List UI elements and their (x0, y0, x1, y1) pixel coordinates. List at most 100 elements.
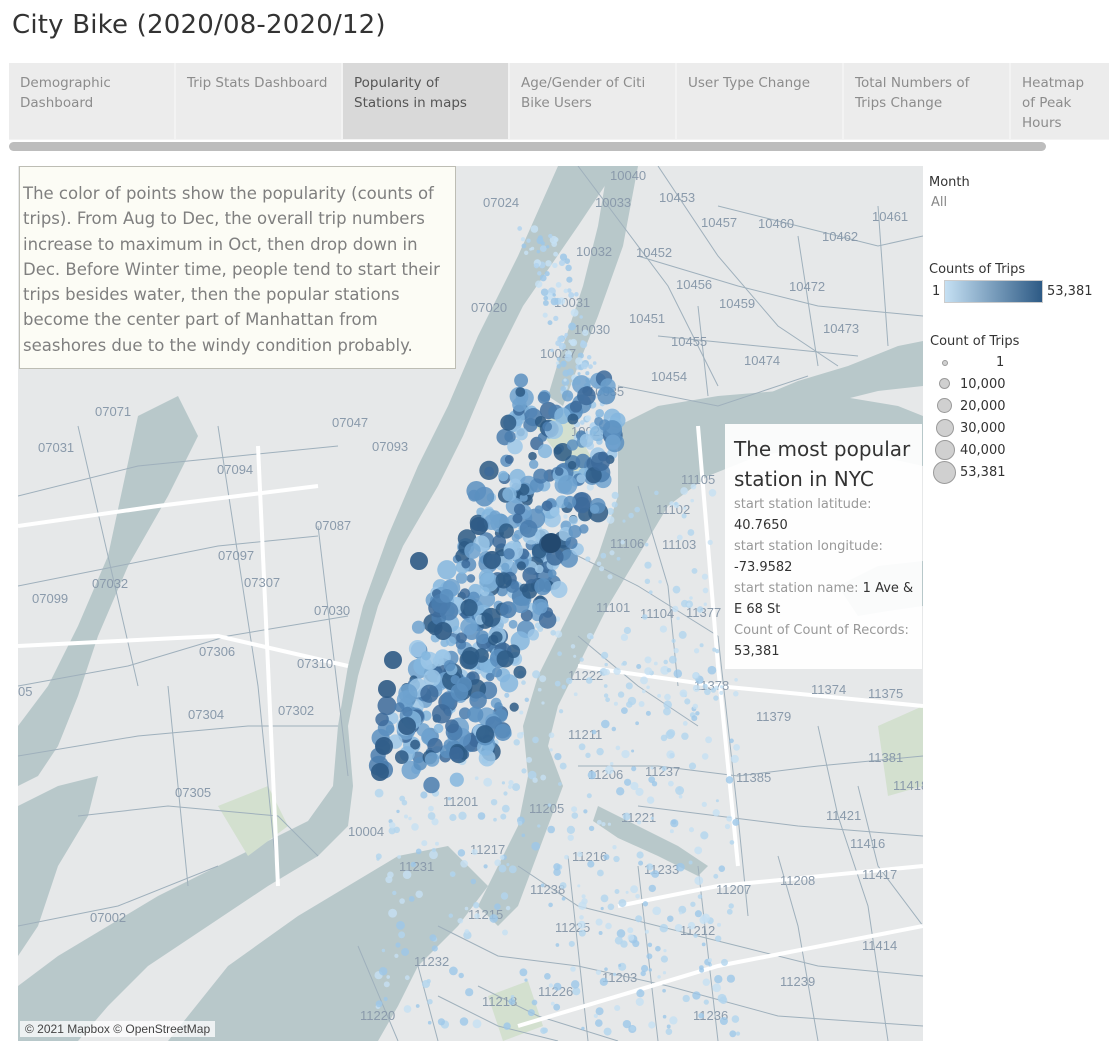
station-point[interactable] (640, 964, 649, 973)
station-point[interactable] (568, 339, 573, 344)
station-point[interactable] (548, 233, 553, 239)
station-point[interactable] (641, 689, 646, 694)
station-point[interactable] (699, 643, 704, 648)
station-point[interactable] (642, 901, 649, 907)
station-point[interactable] (728, 903, 734, 909)
station-point[interactable] (502, 487, 517, 502)
station-point[interactable] (469, 691, 487, 709)
station-point[interactable] (646, 796, 655, 804)
station-point[interactable] (465, 988, 474, 997)
station-point[interactable] (634, 506, 641, 513)
tab-user-type-change[interactable]: User Type Change (677, 63, 842, 139)
station-point[interactable] (579, 915, 584, 920)
station-point[interactable] (690, 901, 696, 907)
station-point[interactable] (616, 787, 625, 796)
station-point[interactable] (712, 809, 720, 817)
station-point[interactable] (620, 633, 629, 642)
station-point[interactable] (401, 948, 410, 956)
station-point[interactable] (533, 262, 540, 269)
station-point[interactable] (500, 414, 517, 431)
station-point[interactable] (657, 693, 662, 698)
station-point[interactable] (603, 1027, 612, 1036)
month-filter-value[interactable]: All (931, 195, 947, 210)
station-point[interactable] (554, 467, 564, 476)
station-point[interactable] (474, 486, 495, 507)
station-point[interactable] (682, 994, 690, 1003)
station-point[interactable] (374, 788, 384, 798)
station-point[interactable] (398, 717, 416, 735)
station-point[interactable] (667, 915, 674, 922)
station-point[interactable] (625, 890, 629, 894)
station-point[interactable] (620, 540, 625, 545)
station-point[interactable] (590, 452, 611, 472)
station-point[interactable] (679, 689, 688, 698)
station-point[interactable] (622, 1019, 632, 1029)
station-point[interactable] (589, 635, 594, 640)
station-point[interactable] (601, 822, 606, 827)
station-point[interactable] (431, 945, 438, 952)
station-point[interactable] (447, 797, 451, 801)
station-point[interactable] (578, 929, 586, 937)
station-point[interactable] (635, 915, 643, 923)
station-point[interactable] (375, 737, 393, 755)
station-point[interactable] (376, 857, 380, 861)
station-point[interactable] (585, 677, 593, 684)
station-point[interactable] (504, 692, 510, 698)
station-point[interactable] (676, 862, 685, 872)
station-point[interactable] (563, 495, 577, 509)
station-point[interactable] (702, 683, 708, 689)
station-point[interactable] (604, 662, 608, 667)
station-point[interactable] (671, 819, 677, 825)
station-point[interactable] (586, 793, 592, 799)
station-point[interactable] (533, 468, 549, 484)
station-point[interactable] (654, 490, 659, 496)
station-point[interactable] (544, 972, 551, 980)
station-point[interactable] (701, 801, 707, 808)
station-point[interactable] (715, 935, 722, 942)
station-point[interactable] (557, 335, 565, 343)
station-point[interactable] (729, 840, 735, 845)
station-point[interactable] (721, 958, 728, 966)
station-point[interactable] (596, 819, 602, 825)
station-point[interactable] (521, 680, 526, 685)
station-point[interactable] (397, 855, 401, 859)
station-point[interactable] (651, 870, 660, 878)
station-point[interactable] (611, 501, 618, 508)
station-point[interactable] (428, 805, 434, 812)
station-point[interactable] (710, 687, 716, 693)
station-point[interactable] (668, 780, 674, 787)
station-point[interactable] (713, 695, 719, 701)
station-point[interactable] (707, 958, 713, 963)
station-point[interactable] (637, 820, 642, 825)
station-point[interactable] (636, 851, 644, 859)
station-point[interactable] (550, 1001, 555, 1006)
station-point[interactable] (614, 889, 620, 894)
station-point[interactable] (498, 523, 514, 539)
station-point[interactable] (457, 917, 464, 924)
station-point[interactable] (581, 894, 586, 899)
station-point[interactable] (596, 747, 604, 756)
station-point[interactable] (655, 945, 661, 952)
station-point[interactable] (658, 580, 662, 584)
station-point[interactable] (554, 630, 563, 638)
station-point[interactable] (662, 1014, 667, 1019)
station-point[interactable] (578, 743, 586, 751)
tab-demographic-dashboard[interactable]: Demographic Dashboard (9, 63, 174, 139)
station-point[interactable] (701, 573, 708, 580)
station-point[interactable] (733, 691, 739, 697)
station-point[interactable] (625, 682, 633, 690)
station-point[interactable] (450, 683, 469, 701)
station-point[interactable] (404, 975, 410, 981)
station-point[interactable] (600, 906, 604, 911)
station-point[interactable] (537, 626, 544, 632)
station-point[interactable] (719, 690, 724, 695)
station-point[interactable] (678, 794, 683, 799)
station-point[interactable] (632, 940, 640, 948)
station-point[interactable] (694, 846, 703, 855)
station-point[interactable] (565, 264, 572, 272)
tab-age-gender[interactable]: Age/Gender of Citi Bike Users (510, 63, 675, 139)
station-point[interactable] (588, 825, 595, 832)
station-point[interactable] (490, 798, 498, 806)
station-point[interactable] (646, 685, 650, 690)
station-point[interactable] (489, 914, 499, 923)
